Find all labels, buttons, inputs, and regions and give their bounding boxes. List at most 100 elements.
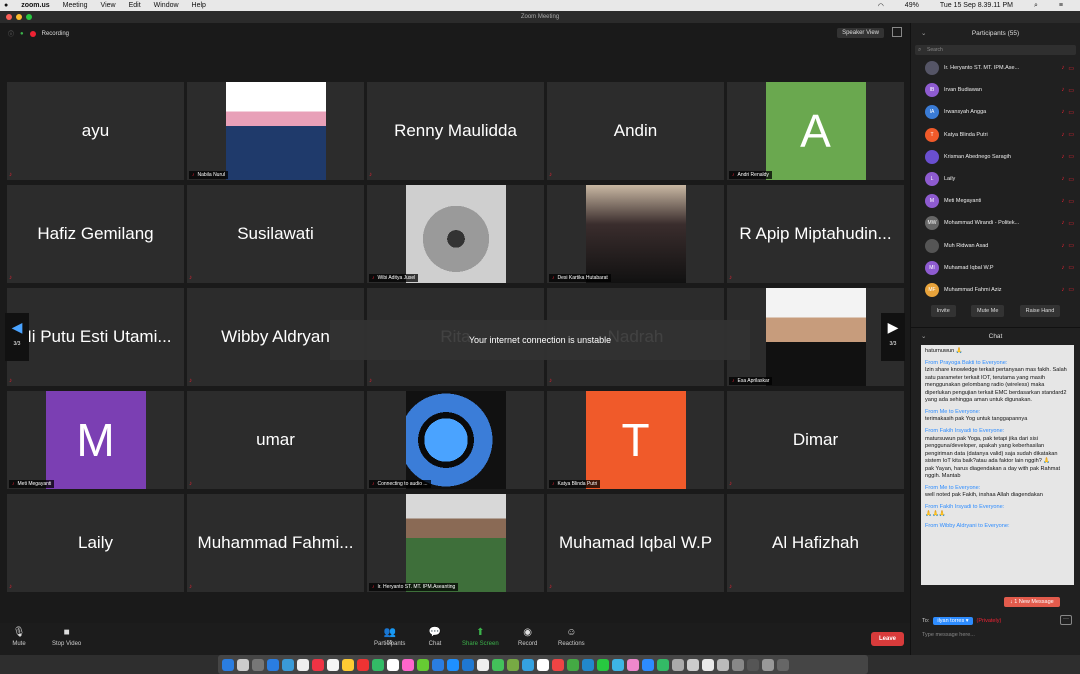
dock-app-icon[interactable] bbox=[342, 658, 354, 671]
participants-search-input[interactable]: ⌕ Search bbox=[915, 45, 1076, 55]
dock-app-icon[interactable] bbox=[552, 658, 564, 671]
participant-row[interactable]: T Katya Blinda Putri ♪ ▭ bbox=[911, 124, 1080, 146]
dock-app-icon[interactable] bbox=[717, 658, 729, 671]
dock-app-icon[interactable] bbox=[747, 658, 759, 671]
video-tile[interactable]: Hafiz Gemilang ♪ bbox=[7, 185, 184, 283]
invite-button[interactable]: Invite bbox=[930, 305, 956, 318]
video-tile[interactable]: Andin ♪ bbox=[547, 82, 724, 180]
dock-app-icon[interactable] bbox=[597, 658, 609, 671]
participant-row[interactable]: MF Muhammad Fahmi Aziz ♪ ▭ bbox=[911, 279, 1080, 301]
dock-app-icon[interactable] bbox=[222, 658, 234, 671]
dock-app-icon[interactable] bbox=[612, 658, 624, 671]
dock-app-icon[interactable] bbox=[507, 658, 519, 671]
video-tile[interactable]: ♪ Connecting to audio ... bbox=[367, 391, 544, 489]
dock-app-icon[interactable] bbox=[492, 658, 504, 671]
video-tile[interactable]: Renny Maulidda ♪ bbox=[367, 82, 544, 180]
dock-app-icon[interactable] bbox=[312, 658, 324, 671]
wifi-icon[interactable]: ◠ bbox=[878, 2, 884, 10]
dock-app-icon[interactable] bbox=[522, 658, 534, 671]
raise-hand-button[interactable]: Raise Hand bbox=[1019, 305, 1061, 318]
close-window-button[interactable] bbox=[6, 14, 12, 20]
participant-row[interactable]: Ir. Heryanto ST. MT. IPM.Ase... ♪ ▭ bbox=[911, 57, 1080, 79]
dock-app-icon[interactable] bbox=[687, 658, 699, 671]
video-tile[interactable]: Dimar ♪ bbox=[727, 391, 904, 489]
menu-edit[interactable]: Edit bbox=[129, 2, 141, 9]
video-tile[interactable]: Muhamad Iqbal W.P ♪ bbox=[547, 494, 724, 592]
video-tile[interactable]: ♪ Desi Kartika Hutabarat bbox=[547, 185, 724, 283]
dock-app-icon[interactable] bbox=[327, 658, 339, 671]
fullscreen-icon[interactable] bbox=[892, 27, 902, 37]
zoom-window-button[interactable] bbox=[26, 14, 32, 20]
dock-app-icon[interactable] bbox=[642, 658, 654, 671]
dock-app-icon[interactable] bbox=[297, 658, 309, 671]
dock-app-icon[interactable] bbox=[267, 658, 279, 671]
prev-page-button[interactable]: ◀ 3/3 bbox=[5, 313, 29, 361]
menu-view[interactable]: View bbox=[101, 2, 116, 9]
video-tile[interactable]: umar ♪ bbox=[187, 391, 364, 489]
video-tile[interactable]: Susilawati ♪ bbox=[187, 185, 364, 283]
menu-help[interactable]: Help bbox=[192, 2, 206, 9]
dock-app-icon[interactable] bbox=[672, 658, 684, 671]
apple-icon[interactable]: ● bbox=[4, 2, 8, 9]
battery-percent[interactable]: 49% bbox=[905, 2, 919, 10]
share-screen-button[interactable]: ⬆ Share Screen bbox=[462, 627, 499, 647]
shield-icon[interactable]: ● bbox=[20, 31, 24, 37]
dock-app-icon[interactable] bbox=[387, 658, 399, 671]
recipient-select[interactable]: ilyan torres ▾ bbox=[933, 617, 973, 625]
mute-me-button[interactable]: Mute Me bbox=[970, 305, 1005, 318]
dock-app-icon[interactable] bbox=[762, 658, 774, 671]
dock-app-icon[interactable] bbox=[537, 658, 549, 671]
dock-app-icon[interactable] bbox=[732, 658, 744, 671]
video-tile[interactable]: ayu ♪ bbox=[7, 82, 184, 180]
info-icon[interactable]: ⓘ bbox=[8, 29, 14, 38]
menu-list-icon[interactable]: ≡ bbox=[1059, 2, 1063, 10]
participant-row[interactable]: MI Muhamad Iqbal W.P ♪ ▭ bbox=[911, 257, 1080, 279]
video-tile[interactable]: Muhammad Fahmi... ♪ bbox=[187, 494, 364, 592]
video-tile[interactable]: ♪ Nabila Nurul bbox=[187, 82, 364, 180]
dock-app-icon[interactable] bbox=[282, 658, 294, 671]
video-tile[interactable]: ♪ Ir. Heryanto ST. MT. IPM.Aseanting bbox=[367, 494, 544, 592]
record-button[interactable]: ◉ Record bbox=[518, 627, 537, 647]
dock-app-icon[interactable] bbox=[402, 658, 414, 671]
menu-window[interactable]: Window bbox=[154, 2, 179, 9]
next-page-button[interactable]: ▶ 3/3 bbox=[881, 313, 905, 361]
dock-app-icon[interactable] bbox=[627, 658, 639, 671]
participants-button[interactable]: 👥55 Participants bbox=[374, 627, 405, 647]
minimize-window-button[interactable] bbox=[16, 14, 22, 20]
dock-app-icon[interactable] bbox=[477, 658, 489, 671]
chat-button[interactable]: 💬 Chat bbox=[428, 627, 442, 647]
video-tile[interactable]: Al Hafizhah ♪ bbox=[727, 494, 904, 592]
chat-messages[interactable]: haturnuwun 🙏 From Prayoga Bakti to Everyo… bbox=[921, 345, 1074, 586]
video-tile[interactable]: R Apip Miptahudin... ♪ bbox=[727, 185, 904, 283]
participant-row[interactable]: IB Irvan Budiawan ♪ ▭ bbox=[911, 79, 1080, 101]
clock[interactable]: Tue 15 Sep 8.39.11 PM bbox=[940, 2, 1013, 10]
video-tile[interactable]: ♪ Wibi Aditya Jusel bbox=[367, 185, 544, 283]
participant-row[interactable]: Muh Ridwan Asad ♪ ▭ bbox=[911, 235, 1080, 257]
reactions-button[interactable]: ☺ Reactions bbox=[558, 627, 585, 647]
chat-input[interactable]: Type message here... bbox=[922, 632, 975, 638]
video-tile[interactable]: Laily ♪ bbox=[7, 494, 184, 592]
dock-app-icon[interactable] bbox=[252, 658, 264, 671]
participant-row[interactable]: Krisman Abednego Saragih ♪ ▭ bbox=[911, 146, 1080, 168]
participant-row[interactable]: M Meti Megayanti ♪ ▭ bbox=[911, 190, 1080, 212]
dock-app-icon[interactable] bbox=[372, 658, 384, 671]
dock-app-icon[interactable] bbox=[357, 658, 369, 671]
dock-app-icon[interactable] bbox=[777, 658, 789, 671]
dock-app-icon[interactable] bbox=[702, 658, 714, 671]
speaker-view-button[interactable]: Speaker View bbox=[837, 28, 884, 38]
video-tile[interactable]: T ♪ Katya Blinda Putri bbox=[547, 391, 724, 489]
search-icon[interactable]: ⌕ bbox=[1034, 2, 1038, 10]
leave-button[interactable]: Leave bbox=[870, 632, 904, 646]
chevron-down-icon[interactable]: ⌄ bbox=[921, 328, 926, 346]
video-tile[interactable]: M ♪ Meti Megayanti bbox=[7, 391, 184, 489]
menu-meeting[interactable]: Meeting bbox=[63, 2, 88, 9]
video-tile[interactable]: Ni Putu Esti Utami... ♪ bbox=[7, 288, 184, 386]
dock-app-icon[interactable] bbox=[657, 658, 669, 671]
video-tile[interactable]: A ♪ Andri Renaldy bbox=[727, 82, 904, 180]
participant-row[interactable]: L Laily ♪ ▭ bbox=[911, 168, 1080, 190]
new-message-button[interactable]: ↓ 1 New Message bbox=[1004, 597, 1060, 607]
participant-row[interactable]: IA Irwansyah Angga ♪ ▭ bbox=[911, 101, 1080, 123]
stop-video-button[interactable]: ■ Stop Video bbox=[52, 627, 81, 647]
video-tile[interactable]: ♪ Esa Aprilaskar bbox=[727, 288, 904, 386]
dock-app-icon[interactable] bbox=[582, 658, 594, 671]
